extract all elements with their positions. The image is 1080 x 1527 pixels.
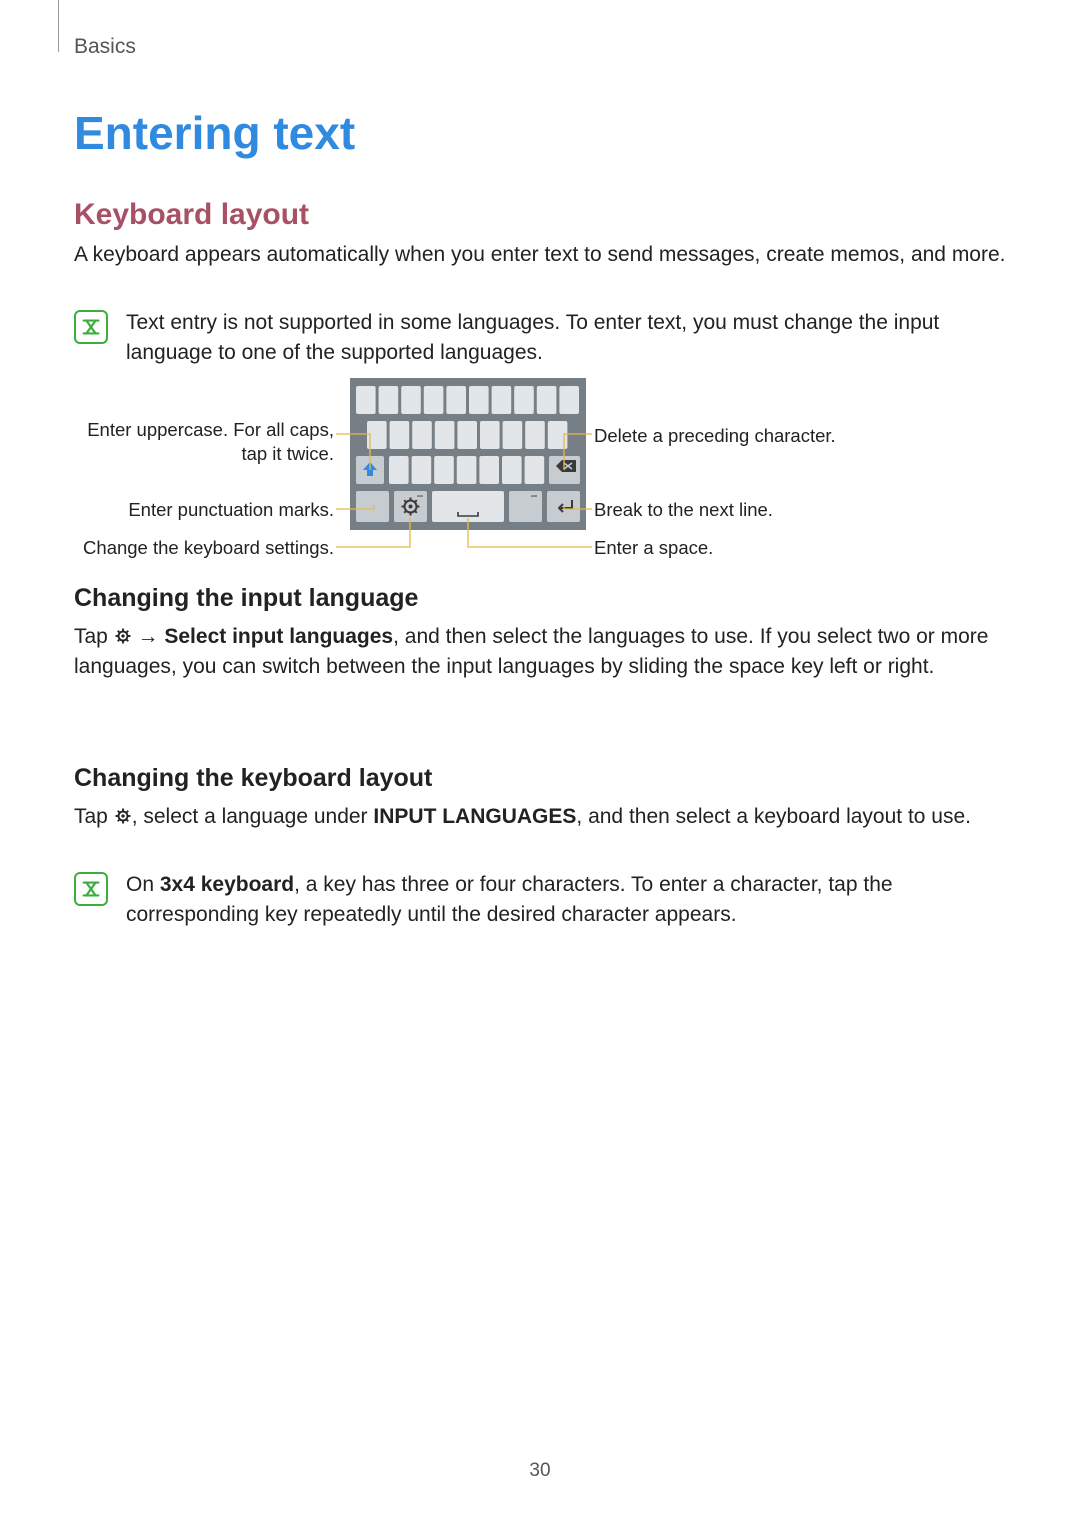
note-3x4-keyboard: On 3x4 keyboard, a key has three or four…	[74, 870, 1006, 931]
callout-nextline: Break to the next line.	[594, 498, 914, 522]
text-fragment: , and then select a keyboard layout to u…	[576, 805, 971, 828]
gear-icon	[114, 625, 132, 648]
callout-space: Enter a space.	[594, 536, 914, 560]
paragraph-keyboard-layout: Tap , select a language under INPUT LANG…	[74, 802, 1006, 832]
callout-delete: Delete a preceding character.	[594, 424, 914, 448]
section-tag: Basics	[74, 32, 136, 62]
note-icon	[74, 872, 108, 906]
paragraph-input-language: Tap → Select input languages, and then s…	[74, 622, 1006, 683]
text-bold: INPUT LANGUAGES	[373, 805, 576, 828]
heading-keyboard-layout: Keyboard layout	[74, 193, 309, 237]
callout-punctuation: Enter punctuation marks.	[74, 498, 334, 522]
heading-input-language: Changing the input language	[74, 580, 1006, 616]
heading-keyboard-layout-change: Changing the keyboard layout	[74, 760, 1006, 796]
text-bold: 3x4 keyboard	[160, 873, 294, 896]
note-language-support: Text entry is not supported in some lang…	[74, 308, 1006, 369]
note-text: On 3x4 keyboard, a key has three or four…	[126, 870, 1006, 931]
text-fragment: Tap	[74, 805, 114, 828]
text-bold: Select input languages	[164, 625, 393, 648]
keyboard-figure: Enter uppercase. For all caps, tap it tw…	[74, 378, 1006, 578]
note-text: Text entry is not supported in some lang…	[126, 308, 1006, 369]
note-icon	[74, 310, 108, 344]
gear-icon	[114, 805, 132, 828]
callout-uppercase: Enter uppercase. For all caps, tap it tw…	[74, 418, 334, 466]
header-rule	[58, 0, 59, 52]
text-fragment: , select a language under	[132, 805, 374, 828]
page-title: Entering text	[74, 100, 355, 167]
text-fragment: On	[126, 873, 160, 896]
text-fragment: Tap	[74, 625, 114, 648]
text-fragment: →	[132, 625, 165, 648]
intro-paragraph: A keyboard appears automatically when yo…	[74, 240, 1006, 270]
callout-settings: Change the keyboard settings.	[74, 536, 334, 560]
page-number: 30	[0, 1457, 1080, 1485]
